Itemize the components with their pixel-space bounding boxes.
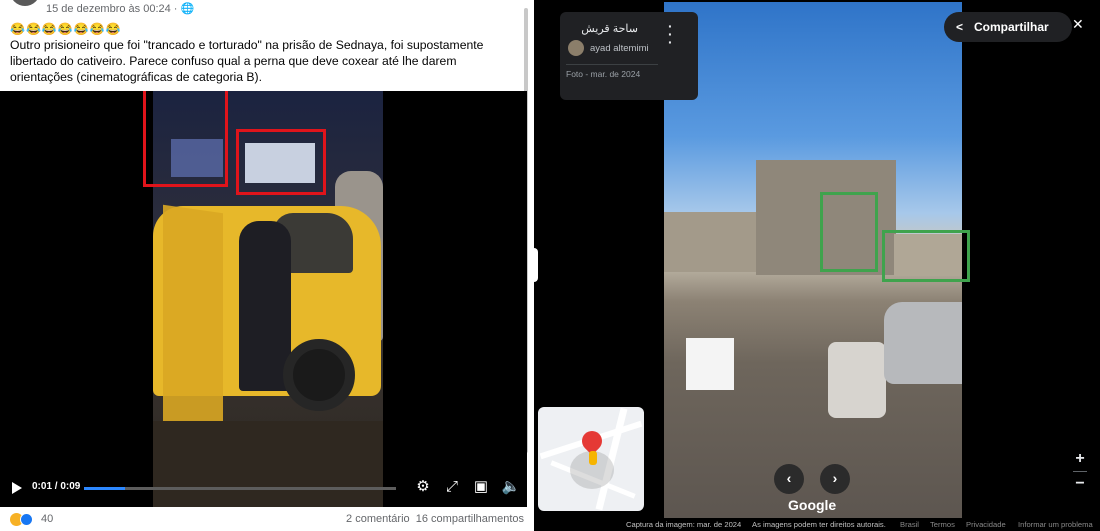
- fullscreen-icon[interactable]: ⤢: [441, 476, 463, 498]
- pip-icon[interactable]: ▣: [470, 476, 492, 498]
- zoom-separator: [1073, 471, 1087, 472]
- settings-icon[interactable]: ⚙: [412, 476, 434, 498]
- post-emojis: 😂😂😂😂😂😂😂: [10, 22, 122, 36]
- video-player[interactable]: [0, 91, 527, 507]
- highlight-box-red: [143, 91, 228, 187]
- next-photo-button[interactable]: ›: [820, 464, 850, 494]
- scene-building: [664, 212, 756, 272]
- facebook-post: 15 de dezembro às 00:24 · 🌐 😂😂😂😂😂😂😂 Outr…: [0, 0, 530, 531]
- author-name[interactable]: ayad altemimi: [590, 43, 649, 54]
- scene-barrel: [828, 342, 886, 418]
- google-logo: Google: [788, 497, 837, 513]
- zoom-out-button[interactable]: −: [1070, 473, 1090, 495]
- country-label[interactable]: Brasil: [900, 520, 919, 529]
- author-avatar[interactable]: [568, 40, 584, 56]
- share-label: Compartilhar: [974, 20, 1049, 34]
- post-footer: 40 2 comentário 16 compartilhamentos: [0, 509, 530, 531]
- scene-car: [884, 302, 962, 384]
- video-controls: 0:01 / 0:09 ⚙ ⤢ ▣ 🔈: [0, 470, 527, 507]
- street-photo[interactable]: [664, 2, 970, 518]
- info-panel: ساحة قريش · · · ayad altemimi Foto - mar. …: [560, 12, 698, 100]
- globe-icon: 🌐: [180, 3, 195, 15]
- scene-sign-stand: [686, 338, 734, 390]
- highlight-box-green: [820, 192, 878, 272]
- minimap[interactable]: [538, 407, 644, 511]
- more-options-icon[interactable]: · · ·: [668, 19, 673, 49]
- shares-link[interactable]: 16 compartilhamentos: [416, 513, 524, 525]
- previous-photo-button[interactable]: ‹: [774, 464, 804, 494]
- pegman-icon[interactable]: [589, 451, 597, 465]
- highlight-box-red: [236, 129, 326, 195]
- photo-date: Foto - mar. de 2024: [566, 69, 641, 79]
- like-reaction-icon[interactable]: [20, 513, 33, 526]
- video-progress[interactable]: [84, 487, 396, 490]
- scene-wheel: [283, 339, 355, 411]
- zoom-in-button[interactable]: +: [1070, 448, 1090, 470]
- terms-link[interactable]: Termos: [930, 520, 955, 529]
- comments-link[interactable]: 2 comentário: [346, 513, 410, 525]
- comments-shares: 2 comentário 16 compartilhamentos: [346, 513, 524, 525]
- capture-date: Captura da imagem: mar. de 2024: [626, 520, 742, 529]
- report-problem-link[interactable]: Informar um problema: [1018, 520, 1093, 529]
- post-date[interactable]: 15 de dezembro às 00:24 · 🌐: [46, 2, 194, 15]
- share-button[interactable]: < Compartilhar: [944, 12, 1072, 42]
- place-name[interactable]: ساحة قريش: [581, 22, 638, 35]
- street-view[interactable]: ساحة قريش · · · ayad altemimi Foto - mar. …: [534, 0, 1100, 531]
- close-icon[interactable]: ✕: [1072, 16, 1084, 33]
- avatar[interactable]: [10, 0, 40, 6]
- volume-icon[interactable]: 🔈: [500, 476, 522, 498]
- play-icon[interactable]: [12, 482, 22, 494]
- highlight-box-green: [882, 230, 970, 282]
- video-progress-fill: [84, 487, 125, 490]
- video-time: 0:01 / 0:09: [32, 481, 81, 492]
- copyright-note: As imagens podem ter direitos autorais.: [752, 520, 886, 529]
- screenshot-root: 15 de dezembro às 00:24 · 🌐 😂😂😂😂😂😂😂 Outr…: [0, 0, 1100, 531]
- collapse-handle[interactable]: [534, 248, 538, 282]
- panel-divider: [566, 64, 658, 65]
- post-text: Outro prisioneiro que foi "trancado e to…: [10, 38, 484, 84]
- privacy-link[interactable]: Privacidade: [966, 520, 1006, 529]
- zoom-controls: + −: [1070, 448, 1090, 495]
- reaction-count[interactable]: 40: [41, 513, 53, 525]
- map-footer: Captura da imagem: mar. de 2024 As image…: [534, 519, 1100, 531]
- share-icon: <: [956, 20, 964, 34]
